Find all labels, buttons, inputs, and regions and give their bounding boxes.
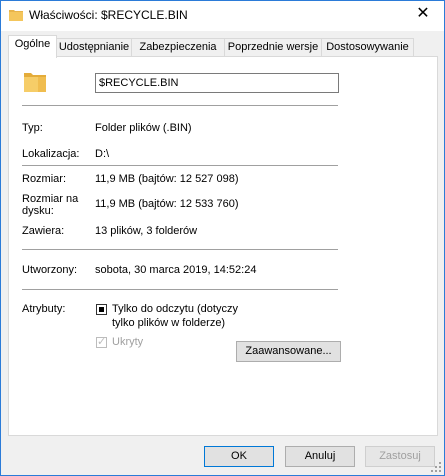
hidden-checkbox[interactable]: ✓	[96, 336, 107, 348]
tab-previous-versions[interactable]: Poprzednie wersje	[224, 38, 322, 57]
created-label: Utworzony:	[22, 264, 78, 276]
separator	[22, 105, 338, 106]
properties-window: Właściwości: $RECYCLE.BIN ✕ Ogólne Udost…	[0, 0, 445, 476]
hidden-label: Ukryty	[112, 336, 144, 348]
resize-grip-icon[interactable]	[431, 462, 441, 472]
close-button[interactable]: ✕	[414, 5, 432, 23]
contains-label: Zawiera:	[22, 225, 65, 237]
created-value: sobota, 30 marca 2019, 14:52:24	[95, 264, 257, 276]
general-panel	[8, 56, 438, 436]
readonly-checkbox[interactable]	[96, 304, 107, 315]
title-bar[interactable]: Właściwości: $RECYCLE.BIN ✕	[1, 1, 444, 31]
tab-general[interactable]: Ogólne	[8, 35, 57, 58]
size-on-disk-label-2: dysku:	[22, 205, 54, 217]
location-value: D:\	[95, 148, 110, 160]
separator	[22, 249, 338, 250]
folder-icon	[9, 10, 23, 21]
window-title: Właściwości: $RECYCLE.BIN	[29, 8, 188, 22]
ok-button[interactable]: OK	[204, 446, 274, 467]
apply-button[interactable]: Zastosuj	[365, 446, 435, 467]
size-label: Rozmiar:	[22, 173, 67, 185]
readonly-label-2: tylko plików w folderze)	[112, 317, 226, 329]
folder-icon	[24, 73, 46, 92]
type-label: Typ:	[22, 122, 43, 134]
location-label: Lokalizacja:	[22, 148, 80, 160]
size-value: 11,9 MB (bajtów: 12 527 098)	[95, 173, 239, 185]
type-value: Folder plików (.BIN)	[95, 122, 192, 134]
contains-value: 13 plików, 3 folderów	[95, 225, 198, 237]
separator	[22, 289, 338, 290]
separator	[22, 165, 338, 166]
size-on-disk-value: 11,9 MB (bajtów: 12 533 760)	[95, 198, 239, 210]
advanced-button[interactable]: Zaawansowane...	[236, 341, 341, 362]
size-on-disk-label-1: Rozmiar na	[22, 193, 79, 205]
readonly-label-1: Tylko do odczytu (dotyczy	[112, 303, 238, 315]
attributes-label: Atrybuty:	[22, 303, 66, 315]
tab-customize[interactable]: Dostosowywanie	[321, 38, 414, 57]
cancel-button[interactable]: Anuluj	[285, 446, 355, 467]
folder-name-field[interactable]: $RECYCLE.BIN	[95, 73, 339, 93]
tab-sharing[interactable]: Udostępnianie	[56, 38, 132, 57]
tab-security[interactable]: Zabezpieczenia	[131, 38, 225, 57]
